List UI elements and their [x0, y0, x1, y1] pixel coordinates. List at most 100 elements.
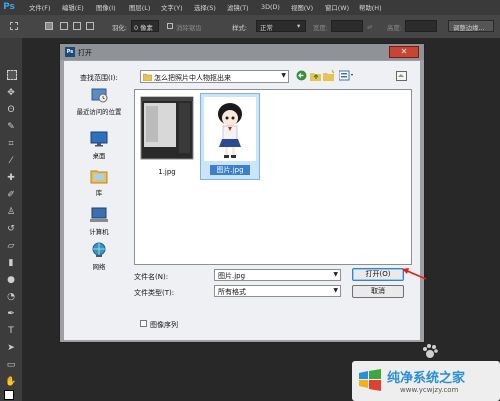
place-desktop[interactable]: 桌面	[74, 131, 124, 160]
filetype-label: 文件类型(T):	[134, 289, 175, 297]
menu-window[interactable]: 窗口(W)	[325, 3, 349, 12]
intersect-selection-icon[interactable]	[86, 22, 94, 30]
view-menu-icon[interactable]	[339, 70, 355, 81]
style-label: 样式:	[232, 24, 247, 32]
shape-tool-icon[interactable]: ▭	[5, 359, 17, 371]
menubar: Ps 文件(F) 编辑(E) 图像(I) 图层(L) 文字(Y) 选择(S) 滤…	[0, 0, 500, 15]
dialog-body: 查找范围(I): 怎么把照片中人物抠出来 ▼ 最近访问的位置 桌面 库 计算机 …	[64, 61, 420, 340]
foreground-color-swatch[interactable]	[4, 390, 14, 400]
place-label: 桌面	[92, 152, 106, 160]
hand-tool-icon[interactable]: ✋	[5, 376, 17, 388]
paw-watermark-icon	[423, 344, 438, 358]
add-to-selection-icon[interactable]	[60, 22, 68, 30]
dialog-title: 打开	[78, 49, 92, 57]
pen-tool-icon[interactable]: ✒	[5, 308, 17, 320]
options-bar: 羽化: 0 像素 消除锯齿 样式: 正常 ▾ 宽度: ⇄ 高度: 调整边缘...	[0, 15, 500, 39]
filename-value: 图片.jpg	[218, 272, 246, 280]
place-label: 计算机	[89, 228, 109, 236]
watermark-url: www.ycwjzy.com	[400, 386, 459, 394]
rect-marquee-tool-icon[interactable]	[7, 70, 17, 80]
marquee-preset-icon[interactable]	[10, 22, 18, 30]
file-name: 1.jpg	[158, 168, 176, 176]
place-label: 最近访问的位置	[76, 108, 122, 116]
gradient-tool-icon[interactable]: ▮	[5, 257, 17, 269]
path-select-tool-icon[interactable]: ➤	[5, 342, 17, 354]
eraser-tool-icon[interactable]: ▱	[5, 240, 17, 252]
width-field[interactable]	[331, 20, 363, 32]
feather-field[interactable]: 0 像素	[131, 20, 159, 32]
dialog-titlebar: Ps 打开 ✕	[60, 44, 424, 60]
antialias-checkbox[interactable]	[167, 23, 173, 29]
look-in-label: 查找范围(I):	[80, 74, 118, 82]
feather-label: 羽化:	[112, 24, 127, 32]
chevron-down-icon: ▾	[297, 22, 301, 30]
file-item-selected[interactable]: 图片.jpg	[200, 93, 260, 180]
file-name: 图片.jpg	[210, 165, 250, 175]
open-dialog: Ps 打开 ✕ 查找范围(I): 怎么把照片中人物抠出来 ▼ 最近访问的位置 桌…	[59, 43, 425, 343]
new-selection-icon[interactable]	[45, 22, 53, 30]
up-folder-icon[interactable]	[310, 70, 321, 81]
style-select[interactable]: 正常 ▾	[256, 20, 306, 32]
recent-places-icon	[91, 88, 108, 103]
look-in-value: 怎么把照片中人物抠出来	[154, 74, 231, 82]
place-recent[interactable]: 最近访问的位置	[74, 87, 124, 116]
place-network[interactable]: 网络	[74, 242, 124, 271]
image-sequence-checkbox[interactable]	[140, 320, 147, 327]
file-item[interactable]: 1.jpg	[137, 93, 197, 176]
library-icon	[90, 170, 108, 184]
menu-select[interactable]: 选择(S)	[194, 3, 216, 12]
healing-brush-tool-icon[interactable]: ✚	[5, 172, 17, 184]
watermark-title: 纯净系统之家	[387, 371, 466, 386]
history-brush-tool-icon[interactable]: ↺	[5, 223, 17, 235]
chevron-down-icon: ▼	[333, 271, 338, 278]
blur-tool-icon[interactable]: ●	[5, 274, 17, 286]
place-library[interactable]: 库	[74, 168, 124, 197]
width-label: 宽度:	[313, 24, 328, 32]
type-tool-icon[interactable]: T	[5, 325, 17, 337]
filetype-select[interactable]: 所有格式 ▼	[214, 285, 341, 297]
back-icon[interactable]	[296, 70, 307, 81]
feather-value: 0 像素	[134, 24, 153, 32]
menu-3d[interactable]: 3D(D)	[261, 3, 280, 11]
cancel-button[interactable]: 取消	[352, 285, 404, 298]
style-value: 正常	[260, 24, 273, 32]
filetype-value: 所有格式	[218, 288, 246, 296]
refine-edge-button[interactable]: 调整边缘...	[448, 20, 494, 32]
menu-edit[interactable]: 编辑(E)	[62, 3, 84, 12]
desktop-icon	[90, 131, 108, 147]
refine-edge-label: 调整边缘...	[453, 24, 485, 32]
chevron-down-icon: ▼	[281, 72, 286, 79]
menu-filter[interactable]: 滤镜(T)	[227, 3, 249, 12]
lasso-tool-icon[interactable]: ʘ	[5, 104, 17, 116]
windows-logo-icon	[359, 369, 381, 391]
open-button[interactable]: 打开(O)	[352, 268, 404, 281]
menu-view[interactable]: 视图(V)	[291, 3, 313, 12]
quick-select-tool-icon[interactable]: ✎	[5, 121, 17, 133]
subtract-selection-icon[interactable]	[73, 22, 81, 30]
place-computer[interactable]: 计算机	[74, 207, 124, 236]
close-button[interactable]: ✕	[389, 46, 419, 58]
height-field[interactable]	[405, 20, 437, 32]
preview-icon[interactable]	[396, 71, 407, 81]
move-tool-icon[interactable]: ✥	[5, 87, 17, 99]
menu-type[interactable]: 文字(Y)	[161, 3, 183, 12]
filename-label: 文件名(N):	[134, 273, 169, 281]
menu-file[interactable]: 文件(F)	[29, 3, 50, 12]
crop-tool-icon[interactable]: ⌗	[5, 138, 17, 150]
place-label: 库	[95, 189, 103, 197]
clone-stamp-tool-icon[interactable]: ♙	[5, 206, 17, 218]
dodge-tool-icon[interactable]: ◔	[5, 291, 17, 303]
photoshop-icon: Ps	[65, 47, 75, 57]
menu-layer[interactable]: 图层(L)	[129, 3, 150, 12]
menu-help[interactable]: 帮助(H)	[359, 3, 382, 12]
look-in-select[interactable]: 怎么把照片中人物抠出来 ▼	[140, 70, 289, 83]
height-label: 高度:	[387, 24, 402, 32]
new-folder-icon[interactable]	[323, 70, 334, 81]
brush-tool-icon[interactable]: ✐	[5, 189, 17, 201]
swap-icon[interactable]: ⇄	[367, 23, 372, 31]
chevron-down-icon: ▼	[333, 287, 338, 294]
photoshop-logo: Ps	[3, 2, 15, 12]
eyedropper-tool-icon[interactable]: ⁄	[5, 155, 17, 167]
menu-image[interactable]: 图像(I)	[96, 3, 116, 12]
filename-input[interactable]: 图片.jpg ▼	[214, 269, 341, 281]
